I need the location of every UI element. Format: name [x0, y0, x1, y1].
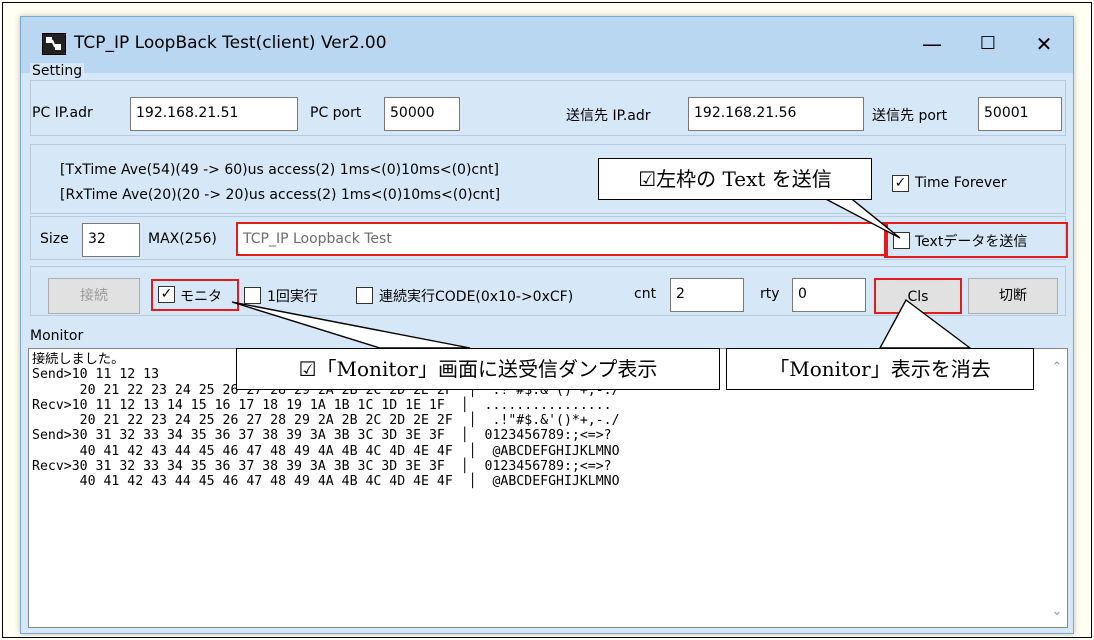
monitor-line: 40 41 42 43 44 45 46 47 48 49 4A 4B 4C 4…: [32, 474, 620, 490]
check-icon: ✓: [894, 175, 907, 191]
dest-ip-input[interactable]: 192.168.21.56: [688, 97, 864, 131]
monitor-label: モニタ: [180, 289, 222, 305]
monitor-line: Send>30 31 32 33 34 35 36 37 38 39 3A 3B…: [32, 428, 612, 444]
send-text-checkbox[interactable]: [893, 232, 910, 249]
max-label: MAX(256): [148, 231, 217, 247]
app-icon: [42, 33, 66, 55]
send-text-label: Textデータを送信: [915, 234, 1028, 250]
dest-ip-label: 送信先 IP.adr: [566, 108, 651, 124]
maximize-button[interactable]: ☐: [958, 17, 1018, 71]
size-input[interactable]: 32: [82, 223, 140, 257]
callout-monitor-dump: ☑「Monitor」画面に送受信ダンプ表示: [236, 348, 720, 390]
tx-time-text: [TxTime Ave(54)(49 -> 60)us access(2) 1m…: [60, 162, 499, 178]
monitor-line: 20 21 22 23 24 25 26 27 28 29 2A 2B 2C 2…: [32, 413, 620, 429]
cls-button[interactable]: Cls: [874, 278, 962, 314]
monitor-dump: 接続しました。 Send>10 11 12 13 20 21 22 23 24 2…: [32, 352, 1044, 624]
time-forever-checkbox[interactable]: ✓: [892, 175, 909, 192]
pc-port-input[interactable]: 50000: [384, 97, 460, 131]
continuous-checkbox[interactable]: [356, 287, 373, 304]
close-button[interactable]: ✕: [1014, 17, 1074, 71]
dest-port-label: 送信先 port: [872, 108, 948, 124]
size-label: Size: [40, 231, 69, 247]
monitor-line: 40 41 42 43 44 45 46 47 48 49 4A 4B 4C 4…: [32, 443, 620, 459]
scroll-down-icon[interactable]: ⌄: [1050, 604, 1064, 619]
dest-port-input[interactable]: 50001: [978, 97, 1062, 131]
monitor-scrollbar[interactable]: [1048, 350, 1066, 626]
time-forever-label: Time Forever: [915, 175, 1007, 191]
rty-label: rty: [760, 286, 780, 302]
cnt-input[interactable]: 2: [670, 278, 744, 312]
setting-group-label: Setting: [30, 63, 85, 79]
once-label: 1回実行: [267, 289, 318, 305]
connect-button[interactable]: 接続: [48, 278, 140, 314]
window-title: TCP_IP LoopBack Test(client) Ver2.00: [74, 33, 387, 53]
monitor-line: Recv>30 31 32 33 34 35 36 37 38 39 3A 3B…: [32, 459, 612, 475]
rx-time-text: [RxTime Ave(20)(20 -> 20)us access(2) 1m…: [60, 187, 501, 203]
pc-ip-label: PC IP.adr: [32, 105, 93, 121]
check-icon: ✓: [160, 286, 173, 302]
minimize-button[interactable]: —: [902, 17, 962, 71]
pc-port-label: PC port: [310, 105, 362, 121]
once-checkbox[interactable]: [244, 287, 261, 304]
scroll-up-icon[interactable]: ⌃: [1050, 360, 1064, 375]
disconnect-button[interactable]: 切断: [968, 278, 1058, 314]
monitor-line: Recv>10 11 12 13 14 15 16 17 18 19 1A 1B…: [32, 397, 612, 413]
continuous-label: 連続実行CODE(0x10->0xCF): [379, 289, 574, 305]
callout-send-text: ☑左枠の Text を送信: [598, 158, 872, 200]
send-text-input[interactable]: TCP_IP Loopback Test: [236, 222, 888, 256]
rty-input[interactable]: 0: [792, 278, 866, 312]
callout-cls: 「Monitor」表示を消去: [726, 348, 1034, 390]
monitor-checkbox[interactable]: ✓: [158, 286, 175, 303]
timing-group: [30, 144, 1066, 214]
pc-ip-input[interactable]: 192.168.21.51: [130, 97, 298, 131]
monitor-group-label: Monitor: [30, 328, 84, 344]
cnt-label: cnt: [634, 286, 657, 302]
